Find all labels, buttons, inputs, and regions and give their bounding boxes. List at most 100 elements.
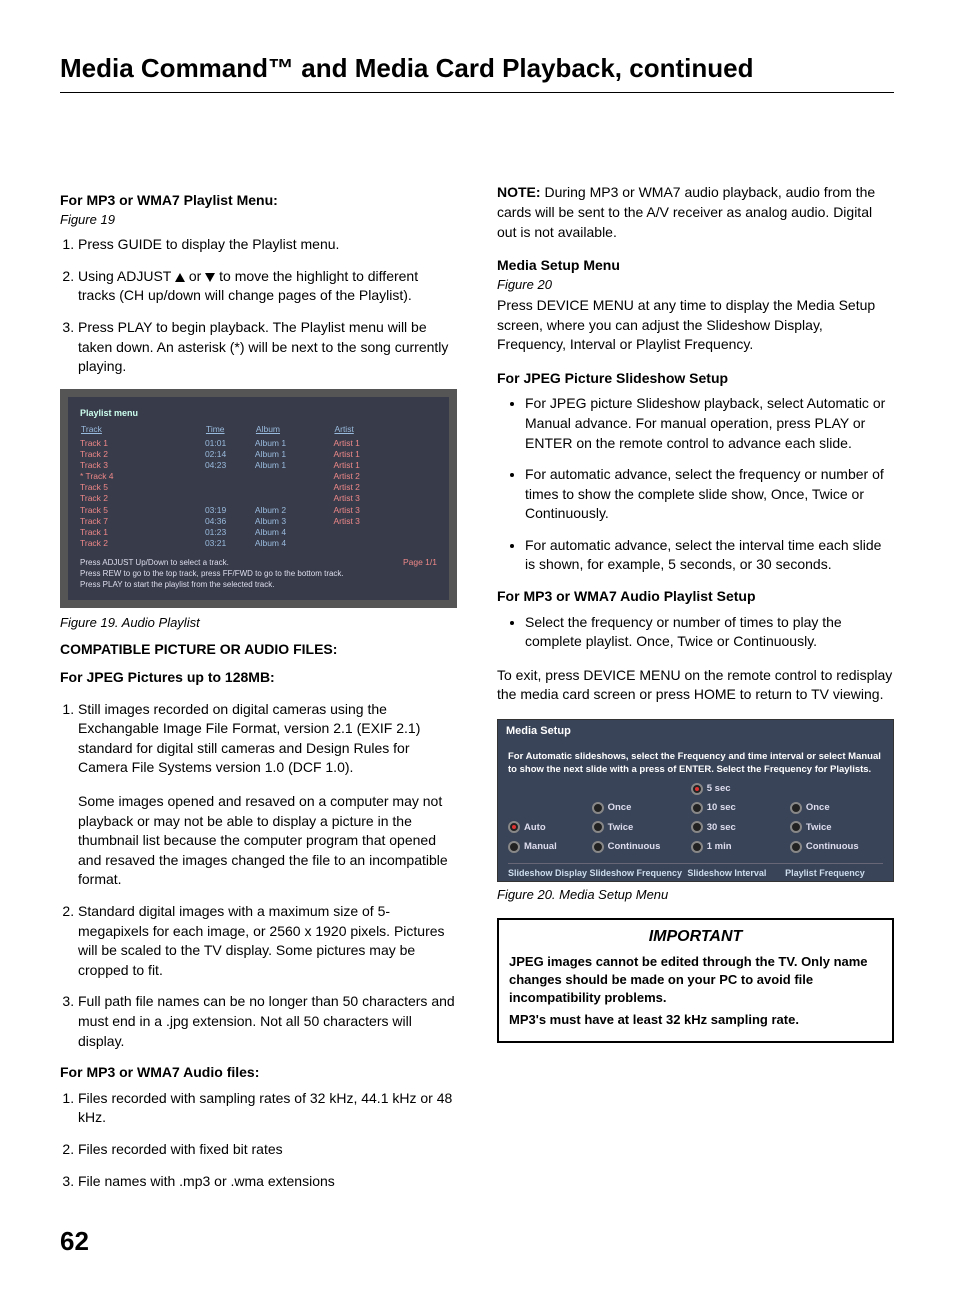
pl-li1: Select the frequency or number of times …: [525, 613, 894, 652]
cell: 04:36: [205, 516, 255, 527]
figure-19-ref: Figure 19: [60, 211, 457, 229]
fig19-instr-2: Press REW to go to the top track, press …: [80, 568, 437, 579]
opt-label: Once: [608, 801, 632, 814]
opt-label: Continuous: [608, 840, 661, 853]
opt-label: Once: [806, 801, 830, 814]
mp3-li3: File names with .mp3 or .wma extensions: [78, 1172, 457, 1192]
cell: Album 1: [255, 449, 334, 460]
important-p2: MP3's must have at least 32 kHz sampling…: [509, 1011, 882, 1029]
cell: 04:23: [205, 460, 255, 471]
cell: Album 1: [255, 460, 334, 471]
lbl-slideshow-display: Slideshow Display: [508, 868, 590, 879]
fig19-h-artist: Artist: [333, 423, 437, 438]
cell: Album 4: [255, 527, 334, 538]
cell: * Track 4: [80, 471, 205, 482]
left-column: For MP3 or WMA7 Playlist Menu: Figure 19…: [60, 183, 457, 1203]
fig19-playlist-table: Track Time Album Artist Track 101:01Albu…: [80, 423, 437, 548]
two-column-layout: For MP3 or WMA7 Playlist Menu: Figure 19…: [60, 183, 894, 1203]
title-rule: [60, 92, 894, 93]
radio-icon: [592, 821, 604, 833]
lbl-slideshow-interval: Slideshow Interval: [687, 868, 785, 879]
fig19-page-indicator: Page 1/1: [403, 557, 437, 569]
fig20-options-grid: 5 sec Once 10 sec Once Auto Twice 30 sec…: [508, 778, 883, 859]
opt-label: 30 sec: [707, 821, 736, 834]
radio-icon: [508, 841, 520, 853]
step-2-a: Using ADJUST: [78, 268, 175, 284]
mp3-li1: Files recorded with sampling rates of 32…: [78, 1089, 457, 1128]
mp3-list: Files recorded with sampling rates of 32…: [60, 1089, 457, 1191]
opt-once-freq: Once: [592, 801, 685, 814]
radio-icon: [790, 841, 802, 853]
jpeg-heading: For JPEG Pictures up to 128MB:: [60, 668, 457, 688]
compatible-files-heading: COMPATIBLE PICTURE OR AUDIO FILES:: [60, 640, 457, 660]
ss-li2: For automatic advance, select the freque…: [525, 465, 894, 524]
jpeg-slideshow-heading: For JPEG Picture Slideshow Setup: [497, 369, 894, 389]
playlist-steps: Press GUIDE to display the Playlist menu…: [60, 235, 457, 377]
cell: Artist 2: [333, 471, 437, 482]
lbl-playlist-frequency: Playlist Frequency: [785, 868, 883, 879]
figure-19-image: Playlist menu Track Time Album Artist Tr…: [60, 389, 457, 609]
opt-label: 1 min: [707, 840, 732, 853]
opt-label: 10 sec: [707, 801, 736, 814]
figure-20-caption: Figure 20. Media Setup Menu: [497, 886, 894, 904]
important-title: IMPORTANT: [509, 926, 882, 948]
fig19-h-album: Album: [255, 423, 334, 438]
opt-5sec: 5 sec: [691, 782, 784, 795]
media-setup-paragraph: Press DEVICE MENU at any time to display…: [497, 296, 894, 355]
jpeg-li2: Standard digital images with a maximum s…: [78, 902, 457, 980]
opt-10sec: 10 sec: [691, 801, 784, 814]
opt-once-pl: Once: [790, 801, 883, 814]
fig19-h-track: Track: [80, 423, 205, 438]
opt-label: Twice: [608, 821, 634, 834]
cell: 01:01: [205, 438, 255, 449]
opt-cont-freq: Continuous: [592, 840, 685, 853]
cell: Track 2: [80, 449, 205, 460]
opt-label: Auto: [524, 821, 546, 834]
page-title: Media Command™ and Media Card Playback, …: [60, 50, 894, 86]
up-triangle-icon: [175, 273, 185, 282]
cell: Track 5: [80, 505, 205, 516]
cell: Artist 2: [333, 482, 437, 493]
fig20-intro: For Automatic slideshows, select the Fre…: [508, 751, 883, 776]
radio-icon: [790, 802, 802, 814]
cell: Track 1: [80, 438, 205, 449]
cell: Album 2: [255, 505, 334, 516]
mp3-li2: Files recorded with fixed bit rates: [78, 1140, 457, 1160]
cell: Artist 1: [333, 460, 437, 471]
opt-cont-pl: Continuous: [790, 840, 883, 853]
step-1: Press GUIDE to display the Playlist menu…: [78, 235, 457, 255]
figure-20-image: Media Setup For Automatic slideshows, se…: [497, 719, 894, 882]
cell: Artist 3: [333, 516, 437, 527]
cell: Artist 1: [333, 449, 437, 460]
cell: Artist 1: [333, 438, 437, 449]
mp3-files-heading: For MP3 or WMA7 Audio files:: [60, 1063, 457, 1083]
cell: 03:21: [205, 538, 255, 549]
cell: 01:23: [205, 527, 255, 538]
cell: Track 2: [80, 538, 205, 549]
cell: Track 5: [80, 482, 205, 493]
ss-li3: For automatic advance, select the interv…: [525, 536, 894, 575]
playlist-menu-heading: For MP3 or WMA7 Playlist Menu:: [60, 191, 457, 211]
step-3: Press PLAY to begin playback. The Playli…: [78, 318, 457, 377]
important-p1: JPEG images cannot be edited through the…: [509, 953, 882, 1008]
right-column: NOTE: During MP3 or WMA7 audio playback,…: [497, 183, 894, 1203]
jpeg-li1: Still images recorded on digital cameras…: [78, 700, 457, 890]
ss-li1: For JPEG picture Slideshow playback, sel…: [525, 394, 894, 453]
radio-icon: [592, 802, 604, 814]
note-paragraph: NOTE: During MP3 or WMA7 audio playback,…: [497, 183, 894, 242]
jpeg-list: Still images recorded on digital cameras…: [60, 700, 457, 1052]
cell: Album 3: [255, 516, 334, 527]
lbl-slideshow-frequency: Slideshow Frequency: [590, 868, 688, 879]
cell: [205, 482, 255, 493]
figure-19-caption: Figure 19. Audio Playlist: [60, 614, 457, 632]
fig19-instr-1: Press ADJUST Up/Down to select a track.: [80, 557, 437, 568]
opt-manual: Manual: [508, 840, 586, 853]
radio-icon: [592, 841, 604, 853]
cell: [333, 527, 437, 538]
radio-icon: [691, 802, 703, 814]
fig19-instr-3: Press PLAY to start the playlist from th…: [80, 579, 437, 590]
figure-20-ref: Figure 20: [497, 276, 894, 294]
exit-paragraph: To exit, press DEVICE MENU on the remote…: [497, 666, 894, 705]
note-label: NOTE:: [497, 184, 541, 200]
cell: Artist 3: [333, 493, 437, 504]
